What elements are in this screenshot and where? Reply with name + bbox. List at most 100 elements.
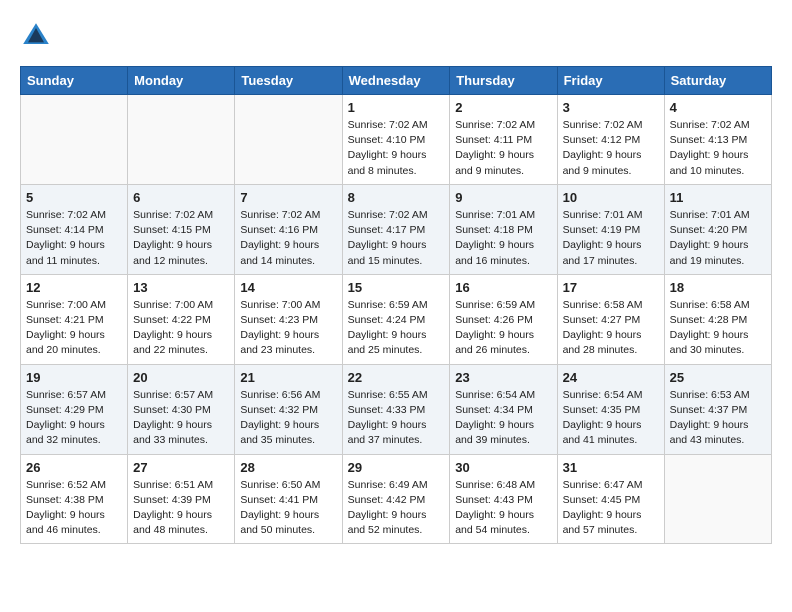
weekday-header-sunday: Sunday	[21, 67, 128, 95]
day-number: 23	[455, 370, 551, 385]
day-info: Sunrise: 7:01 AM Sunset: 4:19 PM Dayligh…	[563, 208, 659, 269]
day-info: Sunrise: 7:01 AM Sunset: 4:18 PM Dayligh…	[455, 208, 551, 269]
day-info: Sunrise: 7:02 AM Sunset: 4:10 PM Dayligh…	[348, 118, 445, 179]
calendar-cell: 17Sunrise: 6:58 AM Sunset: 4:27 PM Dayli…	[557, 274, 664, 364]
day-number: 8	[348, 190, 445, 205]
calendar-cell: 29Sunrise: 6:49 AM Sunset: 4:42 PM Dayli…	[342, 454, 450, 544]
day-number: 13	[133, 280, 229, 295]
day-info: Sunrise: 6:49 AM Sunset: 4:42 PM Dayligh…	[348, 478, 445, 539]
calendar-cell: 14Sunrise: 7:00 AM Sunset: 4:23 PM Dayli…	[235, 274, 342, 364]
calendar-cell: 12Sunrise: 7:00 AM Sunset: 4:21 PM Dayli…	[21, 274, 128, 364]
day-info: Sunrise: 7:02 AM Sunset: 4:15 PM Dayligh…	[133, 208, 229, 269]
day-info: Sunrise: 6:57 AM Sunset: 4:29 PM Dayligh…	[26, 388, 122, 449]
day-number: 18	[670, 280, 766, 295]
day-number: 19	[26, 370, 122, 385]
day-number: 17	[563, 280, 659, 295]
weekday-header-thursday: Thursday	[450, 67, 557, 95]
day-info: Sunrise: 7:02 AM Sunset: 4:13 PM Dayligh…	[670, 118, 766, 179]
day-info: Sunrise: 6:48 AM Sunset: 4:43 PM Dayligh…	[455, 478, 551, 539]
day-number: 24	[563, 370, 659, 385]
calendar-cell: 28Sunrise: 6:50 AM Sunset: 4:41 PM Dayli…	[235, 454, 342, 544]
day-number: 9	[455, 190, 551, 205]
calendar-cell: 11 Sunrise: 7:01 AM Sunset: 4:20 PM Dayli…	[664, 184, 771, 274]
day-info: Sunrise: 6:58 AM Sunset: 4:28 PM Dayligh…	[670, 298, 766, 359]
day-number: 30	[455, 460, 551, 475]
calendar-cell: 31 Sunrise: 6:47 AM Sunset: 4:45 PM Dayli…	[557, 454, 664, 544]
day-info: Sunrise: 7:00 AM Sunset: 4:22 PM Dayligh…	[133, 298, 229, 359]
day-info: Sunrise: 6:54 AM Sunset: 4:34 PM Dayligh…	[455, 388, 551, 449]
day-info: Sunrise: 6:53 AM Sunset: 4:37 PM Dayligh…	[670, 388, 766, 449]
calendar-cell: 5 Sunrise: 7:02 AM Sunset: 4:14 PM Daylig…	[21, 184, 128, 274]
header	[20, 20, 772, 52]
day-number: 1	[348, 100, 445, 115]
calendar-cell: 13 Sunrise: 7:00 AM Sunset: 4:22 PM Dayli…	[128, 274, 235, 364]
page: SundayMondayTuesdayWednesdayThursdayFrid…	[0, 0, 792, 564]
calendar-cell	[128, 95, 235, 185]
day-number: 27	[133, 460, 229, 475]
day-number: 5	[26, 190, 122, 205]
calendar-cell: 1 Sunrise: 7:02 AM Sunset: 4:10 PM Daylig…	[342, 95, 450, 185]
calendar-cell: 25Sunrise: 6:53 AM Sunset: 4:37 PM Dayli…	[664, 364, 771, 454]
calendar-cell: 19 Sunrise: 6:57 AM Sunset: 4:29 PM Dayli…	[21, 364, 128, 454]
day-number: 26	[26, 460, 122, 475]
calendar-cell: 8 Sunrise: 7:02 AM Sunset: 4:17 PM Daylig…	[342, 184, 450, 274]
calendar-cell: 9 Sunrise: 7:01 AM Sunset: 4:18 PM Daylig…	[450, 184, 557, 274]
day-number: 7	[240, 190, 336, 205]
weekday-header-row: SundayMondayTuesdayWednesdayThursdayFrid…	[21, 67, 772, 95]
day-info: Sunrise: 7:02 AM Sunset: 4:17 PM Dayligh…	[348, 208, 445, 269]
weekday-header-monday: Monday	[128, 67, 235, 95]
day-number: 20	[133, 370, 229, 385]
calendar-cell: 2Sunrise: 7:02 AM Sunset: 4:11 PM Daylig…	[450, 95, 557, 185]
day-info: Sunrise: 7:01 AM Sunset: 4:20 PM Dayligh…	[670, 208, 766, 269]
day-number: 22	[348, 370, 445, 385]
day-number: 2	[455, 100, 551, 115]
day-number: 14	[240, 280, 336, 295]
day-number: 28	[240, 460, 336, 475]
calendar-cell: 18 Sunrise: 6:58 AM Sunset: 4:28 PM Dayli…	[664, 274, 771, 364]
day-info: Sunrise: 7:02 AM Sunset: 4:16 PM Dayligh…	[240, 208, 336, 269]
calendar-cell: 22 Sunrise: 6:55 AM Sunset: 4:33 PM Dayli…	[342, 364, 450, 454]
day-number: 31	[563, 460, 659, 475]
calendar-cell: 16 Sunrise: 6:59 AM Sunset: 4:26 PM Dayli…	[450, 274, 557, 364]
week-row-3: 12Sunrise: 7:00 AM Sunset: 4:21 PM Dayli…	[21, 274, 772, 364]
day-info: Sunrise: 6:52 AM Sunset: 4:38 PM Dayligh…	[26, 478, 122, 539]
day-info: Sunrise: 6:54 AM Sunset: 4:35 PM Dayligh…	[563, 388, 659, 449]
day-info: Sunrise: 6:56 AM Sunset: 4:32 PM Dayligh…	[240, 388, 336, 449]
week-row-4: 19 Sunrise: 6:57 AM Sunset: 4:29 PM Dayli…	[21, 364, 772, 454]
calendar-cell: 20 Sunrise: 6:57 AM Sunset: 4:30 PM Dayli…	[128, 364, 235, 454]
day-info: Sunrise: 6:51 AM Sunset: 4:39 PM Dayligh…	[133, 478, 229, 539]
day-info: Sunrise: 7:02 AM Sunset: 4:14 PM Dayligh…	[26, 208, 122, 269]
calendar-cell: 24 Sunrise: 6:54 AM Sunset: 4:35 PM Dayli…	[557, 364, 664, 454]
day-number: 6	[133, 190, 229, 205]
calendar-cell: 27 Sunrise: 6:51 AM Sunset: 4:39 PM Dayli…	[128, 454, 235, 544]
week-row-2: 5 Sunrise: 7:02 AM Sunset: 4:14 PM Daylig…	[21, 184, 772, 274]
calendar-cell: 30 Sunrise: 6:48 AM Sunset: 4:43 PM Dayli…	[450, 454, 557, 544]
calendar-cell: 23 Sunrise: 6:54 AM Sunset: 4:34 PM Dayli…	[450, 364, 557, 454]
weekday-header-friday: Friday	[557, 67, 664, 95]
day-number: 11	[670, 190, 766, 205]
day-info: Sunrise: 6:57 AM Sunset: 4:30 PM Dayligh…	[133, 388, 229, 449]
calendar-cell: 6 Sunrise: 7:02 AM Sunset: 4:15 PM Daylig…	[128, 184, 235, 274]
day-info: Sunrise: 6:47 AM Sunset: 4:45 PM Dayligh…	[563, 478, 659, 539]
week-row-5: 26 Sunrise: 6:52 AM Sunset: 4:38 PM Dayli…	[21, 454, 772, 544]
day-info: Sunrise: 7:00 AM Sunset: 4:21 PM Dayligh…	[26, 298, 122, 359]
calendar-cell: 10 Sunrise: 7:01 AM Sunset: 4:19 PM Dayli…	[557, 184, 664, 274]
calendar-cell	[235, 95, 342, 185]
day-info: Sunrise: 6:59 AM Sunset: 4:24 PM Dayligh…	[348, 298, 445, 359]
day-number: 10	[563, 190, 659, 205]
calendar-cell	[664, 454, 771, 544]
day-number: 15	[348, 280, 445, 295]
day-number: 16	[455, 280, 551, 295]
day-info: Sunrise: 6:59 AM Sunset: 4:26 PM Dayligh…	[455, 298, 551, 359]
weekday-header-wednesday: Wednesday	[342, 67, 450, 95]
calendar-cell: 26 Sunrise: 6:52 AM Sunset: 4:38 PM Dayli…	[21, 454, 128, 544]
calendar-cell: 7 Sunrise: 7:02 AM Sunset: 4:16 PM Daylig…	[235, 184, 342, 274]
day-number: 21	[240, 370, 336, 385]
day-info: Sunrise: 7:02 AM Sunset: 4:12 PM Dayligh…	[563, 118, 659, 179]
day-info: Sunrise: 6:55 AM Sunset: 4:33 PM Dayligh…	[348, 388, 445, 449]
logo	[20, 20, 56, 52]
day-number: 3	[563, 100, 659, 115]
logo-icon	[20, 20, 52, 52]
calendar-cell: 21 Sunrise: 6:56 AM Sunset: 4:32 PM Dayli…	[235, 364, 342, 454]
calendar-cell: 15 Sunrise: 6:59 AM Sunset: 4:24 PM Dayli…	[342, 274, 450, 364]
